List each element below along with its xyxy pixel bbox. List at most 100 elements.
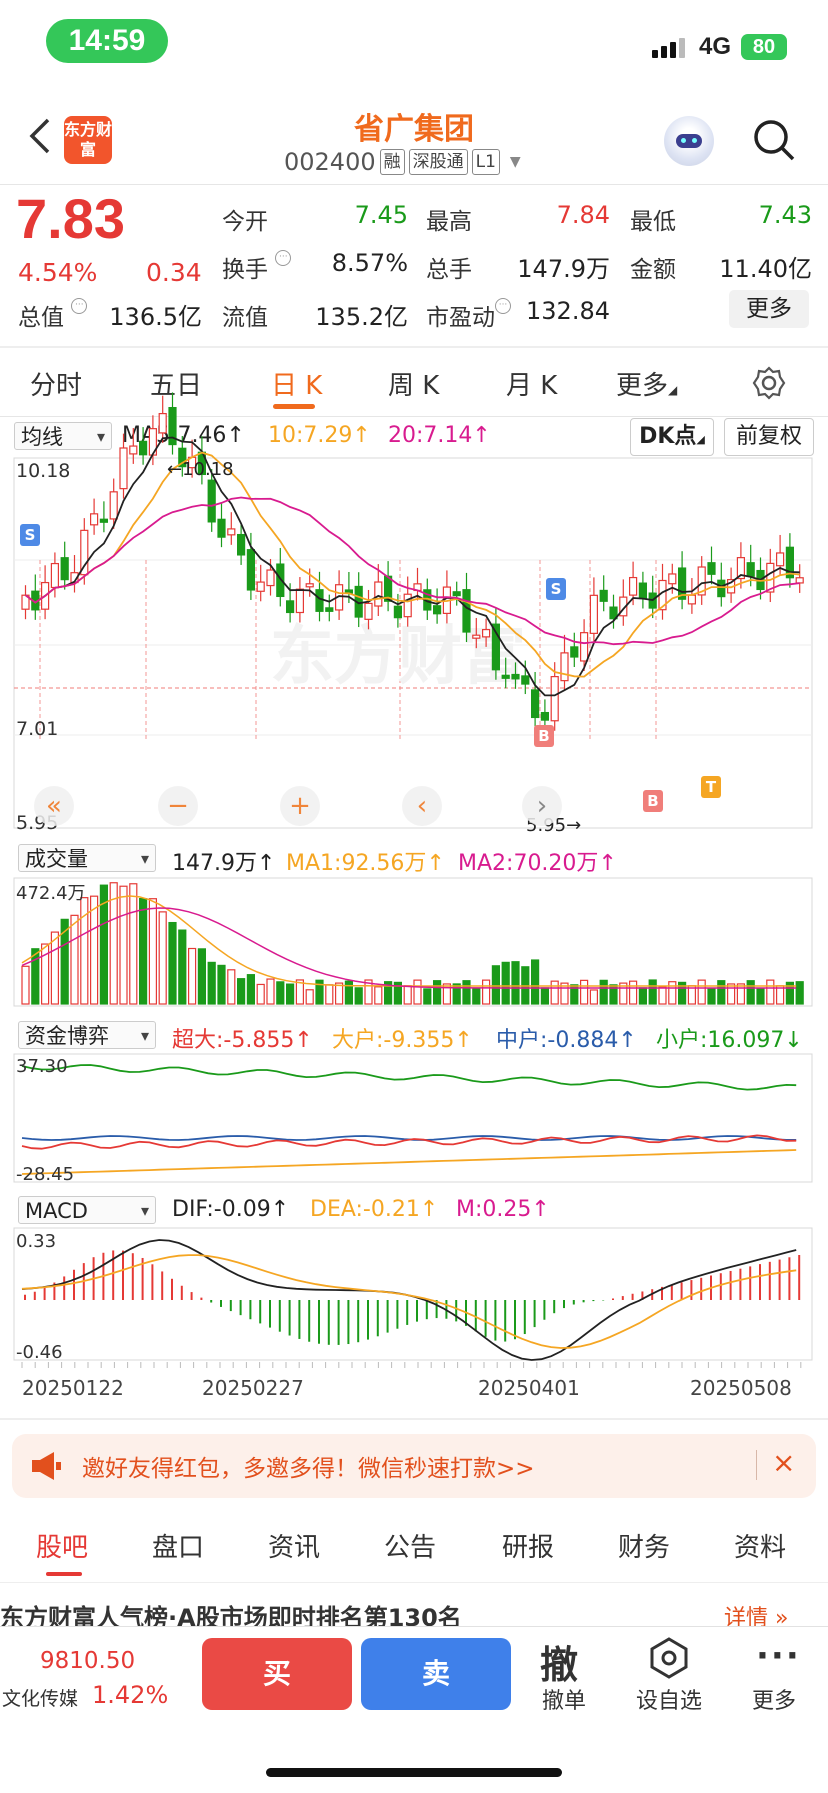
candle-body <box>237 533 246 556</box>
volume-bar <box>756 988 765 1005</box>
volume-bar <box>540 987 550 1005</box>
fund-super: 超大:-5.855↑ <box>172 1028 313 1053</box>
candle-body <box>305 583 314 588</box>
scroll-left-icon[interactable]: ‹ <box>402 786 442 826</box>
volume-bar <box>178 929 187 1005</box>
candle-body <box>129 445 138 455</box>
candle-body <box>570 646 579 658</box>
buy-button[interactable]: 买 <box>202 1638 352 1710</box>
add-watchlist-icon[interactable] <box>647 1636 691 1680</box>
date-label: 20250122 <box>22 1376 124 1400</box>
volume-bar <box>795 981 804 1005</box>
candle-body <box>364 602 373 620</box>
candle-body <box>521 675 530 685</box>
zoom-out-icon[interactable]: − <box>158 786 198 826</box>
candle-body <box>511 673 520 680</box>
date-label: 20250227 <box>202 1376 304 1400</box>
volume-ma-line <box>21 895 797 987</box>
macd-top-label: 0.33 <box>16 1231 57 1252</box>
candle-body <box>550 676 559 722</box>
macd-bottom-label: -0.46 <box>16 1342 63 1363</box>
candle-body <box>589 594 599 634</box>
sell-signal[interactable]: S <box>546 578 566 600</box>
y-label-high: 10.18 <box>16 460 71 482</box>
cancel-order-icon[interactable]: 撤 <box>540 1634 578 1689</box>
tab-announcements[interactable]: 公告 <box>384 1527 436 1564</box>
volume-bar <box>246 974 255 1005</box>
candle-body <box>599 589 608 602</box>
banner-text[interactable]: 邀好友得红包，多邀多得！微信秒速打款>> <box>82 1449 535 1483</box>
buy-signal[interactable]: B <box>534 725 554 747</box>
volume-bar <box>266 978 275 1005</box>
tab-finance[interactable]: 财务 <box>618 1527 670 1564</box>
candle-body <box>50 562 60 589</box>
candle-body <box>207 479 216 523</box>
fund-mid: 中户:-0.884↑ <box>496 1028 637 1053</box>
volume-bar <box>599 979 608 1005</box>
indicator-selector-volume[interactable]: 成交量 <box>18 844 156 873</box>
volume-bar <box>129 883 138 1005</box>
volume-bar <box>726 983 736 1005</box>
volume-bar <box>413 979 422 1005</box>
volume-bar <box>658 986 667 1005</box>
candle-body <box>482 628 491 638</box>
candle-body <box>80 529 89 576</box>
home-indicator <box>266 1768 562 1777</box>
fund-small-line <box>21 1064 797 1091</box>
indicator-selector-fund[interactable]: 资金博弈 <box>18 1021 156 1050</box>
volume-bar <box>227 969 236 1005</box>
add-watchlist-label[interactable]: 设自选 <box>634 1683 704 1715</box>
sector-change[interactable]: 1.42% <box>92 1681 168 1709</box>
volume-bar <box>119 885 128 1005</box>
candle-body <box>374 581 383 607</box>
more-label[interactable]: 更多 <box>739 1683 809 1715</box>
candle-body <box>540 711 550 721</box>
volume-bar <box>717 980 726 1005</box>
tab-profile[interactable]: 资料 <box>734 1527 786 1564</box>
fund-small: 小户:16.097↓ <box>656 1028 803 1053</box>
sector-name[interactable]: 文化传媒 <box>2 1684 78 1711</box>
volume-bar <box>433 980 442 1005</box>
tab-news[interactable]: 资讯 <box>268 1527 320 1564</box>
scroll-right-icon[interactable]: › <box>522 786 562 826</box>
sector-index-value[interactable]: 9810.50 <box>40 1648 135 1674</box>
volume-bar <box>628 980 638 1005</box>
date-label: 20250401 <box>478 1376 580 1400</box>
candle-body <box>746 562 755 577</box>
candle-body <box>687 594 697 605</box>
candle-body <box>433 605 442 615</box>
volume-bar <box>21 965 30 1005</box>
candle-body <box>393 605 402 619</box>
volume-bar <box>766 979 775 1005</box>
volume-bar <box>256 983 265 1005</box>
tab-research[interactable]: 研报 <box>502 1527 554 1564</box>
candle-body <box>266 569 275 587</box>
cancel-order-label[interactable]: 撤单 <box>529 1683 599 1715</box>
tab-orderbook[interactable]: 盘口 <box>152 1527 204 1564</box>
t-signal[interactable]: T <box>701 776 721 798</box>
volume-bar <box>530 959 540 1005</box>
volume-bar <box>344 980 353 1005</box>
candle-body <box>227 528 236 536</box>
volume-bar <box>237 978 246 1005</box>
volume-bar <box>286 983 295 1005</box>
volume-bar <box>697 979 706 1005</box>
volume-bar <box>354 987 363 1005</box>
indicator-selector-macd[interactable]: MACD <box>18 1196 156 1225</box>
close-icon[interactable]: × <box>772 1446 795 1479</box>
volume-bar <box>668 981 677 1005</box>
megaphone-icon <box>32 1452 61 1480</box>
more-icon[interactable]: ··· <box>756 1636 801 1676</box>
candle-body <box>530 689 540 719</box>
sell-button[interactable]: 卖 <box>361 1638 511 1710</box>
tab-forum[interactable]: 股吧 <box>36 1527 88 1564</box>
sell-signal[interactable]: S <box>20 524 40 546</box>
high-marker: ←10.18 <box>167 459 234 480</box>
banner-divider <box>756 1450 757 1480</box>
fund-top-label: 37.30 <box>16 1056 68 1077</box>
buy-signal[interactable]: B <box>643 790 663 812</box>
scroll-far-left-icon[interactable]: « <box>34 786 74 826</box>
volume-max-label: 472.4万 <box>16 883 86 904</box>
volume-bar <box>89 895 99 1005</box>
zoom-in-icon[interactable]: + <box>280 786 320 826</box>
